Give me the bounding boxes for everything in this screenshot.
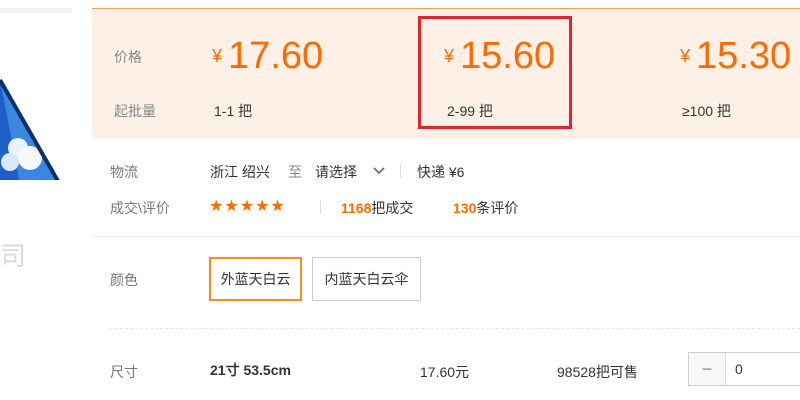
thumbnail-top-bar [0, 8, 72, 13]
quantity-input[interactable]: 0 [735, 361, 743, 377]
quantity-stepper[interactable]: − 0 [688, 352, 800, 386]
price-label: 价格 [114, 49, 142, 65]
decrement-button[interactable]: − [689, 353, 726, 385]
express-fee: 快递 ¥6 [417, 164, 465, 180]
product-thumbnail[interactable]: 司 [0, 0, 92, 400]
logistics-origin: 浙江 绍兴 [210, 164, 270, 180]
tier-highlight-box [418, 16, 572, 129]
section-divider [92, 236, 800, 237]
size-stock: 98528把可售 [557, 364, 638, 380]
size-divider [110, 328, 800, 329]
size-label: 尺寸 [110, 364, 138, 380]
moq-label: 起批量 [114, 103, 156, 119]
chevron-down-icon[interactable] [372, 164, 386, 178]
tier-3-qty: ≥100 把 [682, 103, 731, 119]
tier-1-qty: 1-1 把 [214, 103, 253, 119]
star-rating: ★★★★★ [209, 198, 286, 215]
rating-label: 成交\评价 [110, 200, 170, 216]
color-option-inner-blue-sky[interactable]: 内蓝天白云伞 [312, 257, 421, 301]
reviews-count[interactable]: 130条评价 [453, 198, 518, 218]
color-label: 颜色 [110, 272, 138, 288]
logistics-label: 物流 [110, 164, 138, 180]
size-price: 17.60元 [420, 364, 470, 380]
destination-select[interactable]: 请选择 [315, 162, 357, 182]
size-name: 21寸 53.5cm [210, 362, 291, 378]
umbrella-image [0, 79, 60, 180]
watermark-text: 司 [0, 241, 27, 271]
color-option-outer-blue-sky[interactable]: 外蓝天白云 [209, 257, 302, 301]
logistics-divider [400, 164, 401, 178]
deals-count[interactable]: 1168把成交 [341, 198, 413, 218]
rating-divider [320, 200, 321, 214]
price-band: 价格 起批量 ¥17.60 1-1 把 ¥15.60 2-99 把 ¥15.30… [92, 8, 800, 139]
tier-3-price: ¥15.30 [680, 35, 792, 77]
tier-1-price: ¥17.60 [212, 35, 324, 77]
logistics-to: 至 [288, 164, 302, 180]
